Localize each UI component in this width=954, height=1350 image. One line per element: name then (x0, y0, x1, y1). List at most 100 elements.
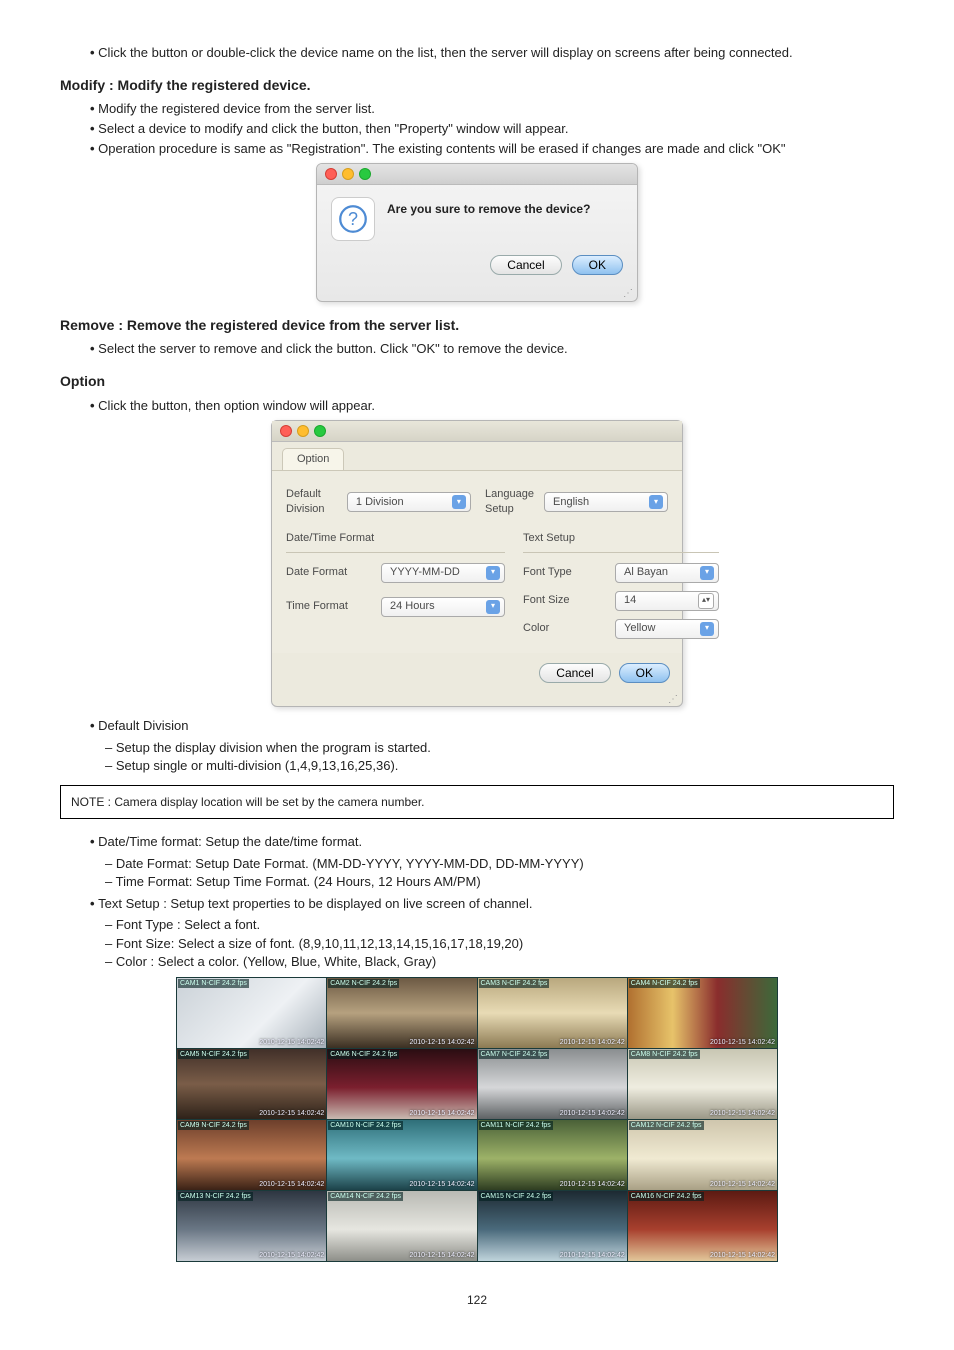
chevron-down-icon: ▾ (486, 566, 500, 580)
camera-cell[interactable]: CAM3 N-CIF 24.2 fps2010-12-15 14:02:42 (478, 978, 627, 1048)
modify-bullets: Modify the registered device from the se… (60, 100, 894, 157)
resize-grip-icon[interactable]: ⋰ (272, 693, 682, 707)
camera-label: CAM14 N-CIF 24.2 fps (328, 1192, 403, 1201)
camera-timestamp: 2010-12-15 14:02:42 (710, 1038, 775, 1047)
date-format-select[interactable]: YYYY-MM-DD ▾ (381, 563, 505, 583)
camera-label: CAM4 N-CIF 24.2 fps (629, 979, 700, 988)
connect-bullets: Click the button or double-click the dev… (60, 44, 894, 62)
camera-cell[interactable]: CAM9 N-CIF 24.2 fps2010-12-15 14:02:42 (177, 1120, 326, 1190)
camera-cell[interactable]: CAM16 N-CIF 24.2 fps2010-12-15 14:02:42 (628, 1191, 777, 1261)
option-dialog: Option Default Division 1 Division▾ Lang… (271, 420, 683, 707)
ok-button[interactable]: OK (619, 663, 670, 683)
font-type-select[interactable]: Al Bayan▾ (615, 563, 719, 583)
remove-dialog-figure: ? Are you sure to remove the device? Can… (60, 163, 894, 302)
dtf-sub: Date Format: Setup Date Format. (MM-DD-Y… (60, 855, 894, 891)
page-number: 122 (60, 1292, 894, 1308)
svg-text:?: ? (348, 209, 358, 229)
minimize-icon[interactable] (297, 425, 309, 437)
remove-dialog-text: Are you sure to remove the device? (387, 197, 590, 217)
camera-label: CAM7 N-CIF 24.2 fps (479, 1050, 550, 1059)
color-select[interactable]: Yellow ▾ (615, 619, 719, 639)
cancel-button[interactable]: Cancel (490, 255, 561, 275)
modify-b1: Modify the registered device from the se… (90, 100, 894, 118)
camera-cell[interactable]: CAM11 N-CIF 24.2 fps2010-12-15 14:02:42 (478, 1120, 627, 1190)
dtf-heading: Date/Time format: Setup the date/time fo… (60, 833, 894, 851)
camera-label: CAM13 N-CIF 24.2 fps (178, 1192, 253, 1201)
default-division-label: Default Division (286, 487, 347, 517)
text-setup-label: Text Setup (523, 531, 719, 546)
remove-b1: Select the server to remove and click th… (90, 340, 894, 358)
camera-cell[interactable]: CAM5 N-CIF 24.2 fps2010-12-15 14:02:42 (177, 1049, 326, 1119)
zoom-icon[interactable] (359, 168, 371, 180)
font-size-label: Font Size (523, 593, 615, 608)
camera-cell[interactable]: CAM12 N-CIF 24.2 fps2010-12-15 14:02:42 (628, 1120, 777, 1190)
camera-cell[interactable]: CAM14 N-CIF 24.2 fps2010-12-15 14:02:42 (327, 1191, 476, 1261)
camera-timestamp: 2010-12-15 14:02:42 (560, 1109, 625, 1118)
camera-timestamp: 2010-12-15 14:02:42 (710, 1251, 775, 1260)
camera-cell[interactable]: CAM6 N-CIF 24.2 fps 2010-12-15 14:02:42 (327, 1049, 476, 1119)
chevron-down-icon: ▾ (649, 495, 663, 509)
camera-label: CAM2 N-CIF 24.2 fps (328, 979, 399, 988)
camera-label: CAM11 N-CIF 24.2 fps (479, 1121, 553, 1130)
ts-sub3: Color : Select a color. (Yellow, Blue, W… (105, 953, 894, 971)
camera-cell[interactable]: CAM4 N-CIF 24.2 fps 2010-12-15 14:02:42 (628, 978, 777, 1048)
camera-cell[interactable]: CAM8 N-CIF 24.2 fps 2010-12-15 14:02:42 (628, 1049, 777, 1119)
chevron-down-icon: ▾ (486, 600, 500, 614)
default-division-select[interactable]: 1 Division▾ (347, 492, 471, 512)
camera-timestamp: 2010-12-15 14:02:42 (710, 1109, 775, 1118)
dtf-sub1: Date Format: Setup Date Format. (MM-DD-Y… (105, 855, 894, 873)
color-label: Color (523, 621, 615, 636)
textsetup-b: Text Setup : Setup text properties to be… (90, 895, 894, 913)
camera-timestamp: 2010-12-15 14:02:42 (259, 1038, 324, 1047)
camera-cell[interactable]: CAM1 N-CIF 24.2 fps 2010-12-15 14:02:42 (177, 978, 326, 1048)
camera-cell[interactable]: CAM2 N-CIF 24.2 fps 2010-12-15 14:02:42 (327, 978, 476, 1048)
camera-cell[interactable]: CAM13 N-CIF 24.2 fps2010-12-15 14:02:42 (177, 1191, 326, 1261)
close-icon[interactable] (325, 168, 337, 180)
option-tab[interactable]: Option (282, 448, 344, 470)
time-format-label: Time Format (286, 599, 381, 614)
camera-grid-figure: CAM1 N-CIF 24.2 fps2010-12-15 14:02:42CA… (60, 977, 894, 1262)
language-value: English (553, 495, 589, 510)
camera-cell[interactable]: CAM15 N-CIF 24.2 fps2010-12-15 14:02:42 (478, 1191, 627, 1261)
camera-timestamp: 2010-12-15 14:02:42 (410, 1038, 475, 1047)
date-format-label: Date Format (286, 565, 381, 580)
close-icon[interactable] (280, 425, 292, 437)
camera-label: CAM1 N-CIF 24.2 fps (178, 979, 249, 988)
camera-label: CAM8 N-CIF 24.2 fps (629, 1050, 700, 1059)
minimize-icon[interactable] (342, 168, 354, 180)
camera-timestamp: 2010-12-15 14:02:42 (259, 1180, 324, 1189)
date-format-value: YYYY-MM-DD (390, 565, 460, 580)
default-division-b: Default Division (90, 717, 894, 735)
camera-timestamp: 2010-12-15 14:02:42 (410, 1109, 475, 1118)
dd-sub2: Setup single or multi-division (1,4,9,13… (105, 757, 894, 775)
time-format-value: 24 Hours (390, 599, 435, 614)
language-select[interactable]: English ▾ (544, 492, 668, 512)
camera-cell[interactable]: CAM7 N-CIF 24.2 fps 2010-12-15 14:02:42 (478, 1049, 627, 1119)
color-value: Yellow (624, 621, 655, 636)
connect-b1: Click the button or double-click the dev… (90, 44, 894, 62)
ts-sub2: Font Size: Select a size of font. (8,9,1… (105, 935, 894, 953)
font-type-label: Font Type (523, 565, 615, 580)
modify-b2: Select a device to modify and click the … (90, 120, 894, 138)
chevron-down-icon: ▾ (700, 566, 714, 580)
font-size-stepper[interactable]: 14▴▾ (615, 591, 719, 611)
default-division-heading: Default Division (60, 717, 894, 735)
chevron-down-icon: ▾ (700, 622, 714, 636)
time-format-select[interactable]: 24 Hours ▾ (381, 597, 505, 617)
resize-grip-icon[interactable]: ⋰ (317, 287, 637, 301)
option-bullets: Click the button, then option window wil… (60, 397, 894, 415)
remove-bullets: Select the server to remove and click th… (60, 340, 894, 358)
chevron-down-icon: ▾ (452, 495, 466, 509)
ok-button[interactable]: OK (572, 255, 623, 275)
camera-label: CAM6 N-CIF 24.2 fps (328, 1050, 399, 1059)
camera-timestamp: 2010-12-15 14:02:42 (259, 1109, 324, 1118)
camera-timestamp: 2010-12-15 14:02:42 (710, 1180, 775, 1189)
cancel-button[interactable]: Cancel (539, 663, 610, 683)
question-icon: ? (331, 197, 375, 241)
textsetup-heading: Text Setup : Setup text properties to be… (60, 895, 894, 913)
dtf-sub2: Time Format: Setup Time Format. (24 Hour… (105, 873, 894, 891)
option-title: Option (60, 372, 894, 391)
zoom-icon[interactable] (314, 425, 326, 437)
note-box: NOTE : Camera display location will be s… (60, 785, 894, 819)
camera-cell[interactable]: CAM10 N-CIF 24.2 fps2010-12-15 14:02:42 (327, 1120, 476, 1190)
